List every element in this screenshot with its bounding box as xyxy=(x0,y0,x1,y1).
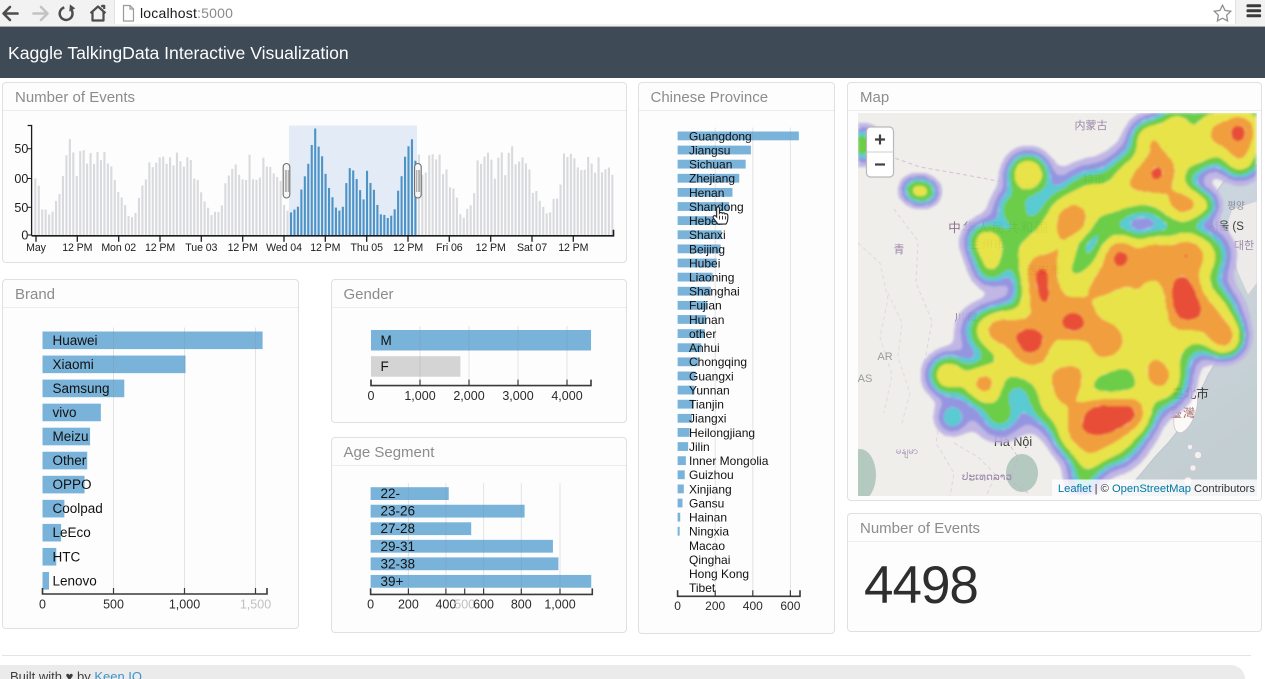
svg-text:Hunan: Hunan xyxy=(689,313,724,327)
svg-text:12 PM: 12 PM xyxy=(310,242,340,254)
svg-text:Shanxi: Shanxi xyxy=(689,228,726,242)
svg-text:27-28: 27-28 xyxy=(381,521,416,536)
svg-text:평양: 평양 xyxy=(1227,201,1245,212)
svg-text:12 PM: 12 PM xyxy=(393,242,423,254)
svg-text:内蒙古: 内蒙古 xyxy=(1075,118,1108,132)
svg-text:500: 500 xyxy=(103,598,124,612)
svg-text:Jilin: Jilin xyxy=(689,440,710,454)
svg-text:Leaflet | © OpenStreetMap Cont: Leaflet | © OpenStreetMap Contributors xyxy=(1058,483,1256,495)
svg-text:12 PM: 12 PM xyxy=(145,242,175,254)
svg-text:Chongqing: Chongqing xyxy=(689,355,747,369)
svg-text:Xiaomi: Xiaomi xyxy=(53,357,94,372)
svg-text:Coolpad: Coolpad xyxy=(53,501,103,516)
svg-text:Heilongjiang: Heilongjiang xyxy=(689,426,755,440)
svg-text:Tianjin: Tianjin xyxy=(689,398,724,412)
svg-text:青: 青 xyxy=(894,243,905,256)
svg-text:Shanghai: Shanghai xyxy=(689,285,740,299)
svg-text:Tue 03: Tue 03 xyxy=(185,242,217,254)
svg-text:OPPO: OPPO xyxy=(53,477,92,492)
svg-text:12 PM: 12 PM xyxy=(476,242,506,254)
svg-text:50: 50 xyxy=(14,201,28,215)
svg-text:Sat 07: Sat 07 xyxy=(517,242,547,254)
svg-text:Henan: Henan xyxy=(689,186,724,200)
svg-text:500: 500 xyxy=(454,598,475,612)
svg-text:Fujian: Fujian xyxy=(689,299,722,313)
svg-text:4,000: 4,000 xyxy=(551,389,582,403)
svg-text:대한: 대한 xyxy=(1234,239,1254,252)
svg-text:Ningxia: Ningxia xyxy=(689,525,729,539)
svg-text:M: M xyxy=(381,333,392,348)
svg-text:Qinghai: Qinghai xyxy=(689,553,730,567)
svg-text:Other: Other xyxy=(53,453,87,468)
svg-text:23-26: 23-26 xyxy=(381,504,416,519)
svg-text:Thu 05: Thu 05 xyxy=(351,242,384,254)
svg-text:Hong Kong: Hong Kong xyxy=(689,567,749,581)
svg-text:May: May xyxy=(26,242,47,254)
svg-text:12 PM: 12 PM xyxy=(558,242,588,254)
svg-text:Beijing: Beijing xyxy=(689,242,725,256)
svg-text:32-38: 32-38 xyxy=(381,556,416,571)
svg-text:other: other xyxy=(689,327,716,341)
svg-text:ປະເທດລາວ: ປະເທດລາວ xyxy=(962,471,1013,483)
svg-text:Guizhou: Guizhou xyxy=(689,468,734,482)
svg-text:Lenovo: Lenovo xyxy=(53,573,97,588)
svg-text:22-: 22- xyxy=(381,486,401,501)
svg-text:Gansu: Gansu xyxy=(689,496,724,510)
svg-text:F: F xyxy=(381,359,389,374)
svg-text:39+: 39+ xyxy=(381,574,404,589)
svg-text:800: 800 xyxy=(511,598,532,612)
svg-text:1,500: 1,500 xyxy=(240,598,271,612)
svg-text:Tibet: Tibet xyxy=(689,581,716,595)
svg-text:Mon 02: Mon 02 xyxy=(101,242,136,254)
svg-text:1,000: 1,000 xyxy=(544,598,575,612)
svg-text:200: 200 xyxy=(398,598,419,612)
svg-text:1,000: 1,000 xyxy=(404,389,435,403)
svg-text:AR: AR xyxy=(877,351,892,363)
svg-text:0: 0 xyxy=(368,389,375,403)
svg-text:Yunnan: Yunnan xyxy=(689,383,730,397)
svg-text:12 PM: 12 PM xyxy=(62,242,92,254)
svg-text:200: 200 xyxy=(705,599,725,613)
svg-text:LeEco: LeEco xyxy=(53,525,91,540)
svg-text:Jiangsu: Jiangsu xyxy=(689,143,730,157)
svg-text:Guangxi: Guangxi xyxy=(689,369,734,383)
svg-text:Xinjiang: Xinjiang xyxy=(689,482,732,496)
svg-text:50: 50 xyxy=(14,142,28,156)
svg-text:12 PM: 12 PM xyxy=(228,242,258,254)
svg-text:Liaoning: Liaoning xyxy=(689,271,734,285)
svg-text:0: 0 xyxy=(674,599,681,613)
svg-text:3,000: 3,000 xyxy=(502,389,533,403)
svg-text:HTC: HTC xyxy=(53,549,81,564)
svg-text:vivo: vivo xyxy=(53,405,77,420)
svg-text:Jiangxi: Jiangxi xyxy=(689,412,726,426)
svg-text:400: 400 xyxy=(743,599,763,613)
svg-text:0: 0 xyxy=(367,598,374,612)
svg-text:Sichuan: Sichuan xyxy=(689,158,732,172)
svg-text:1,000: 1,000 xyxy=(169,598,200,612)
svg-text:AS: AS xyxy=(858,373,873,385)
svg-text:Zhejiang: Zhejiang xyxy=(689,172,735,186)
svg-text:Fri 06: Fri 06 xyxy=(436,242,463,254)
svg-text:Macao: Macao xyxy=(689,539,725,553)
svg-text:Guangdong: Guangdong xyxy=(689,129,752,143)
svg-text:0: 0 xyxy=(21,229,28,243)
svg-text:600: 600 xyxy=(473,598,494,612)
svg-text:00: 00 xyxy=(14,172,28,186)
svg-text:400: 400 xyxy=(435,598,456,612)
svg-text:Meizu: Meizu xyxy=(53,429,89,444)
svg-text:Inner Mongolia: Inner Mongolia xyxy=(689,454,769,468)
svg-text:600: 600 xyxy=(780,599,800,613)
svg-text:2,000: 2,000 xyxy=(453,389,484,403)
svg-text:29-31: 29-31 xyxy=(381,539,416,554)
svg-text:Samsung: Samsung xyxy=(53,381,110,396)
svg-text:Hainan: Hainan xyxy=(689,511,727,525)
svg-text:Wed 04: Wed 04 xyxy=(266,242,302,254)
svg-text:Huawei: Huawei xyxy=(53,333,98,348)
svg-text:0: 0 xyxy=(39,598,46,612)
